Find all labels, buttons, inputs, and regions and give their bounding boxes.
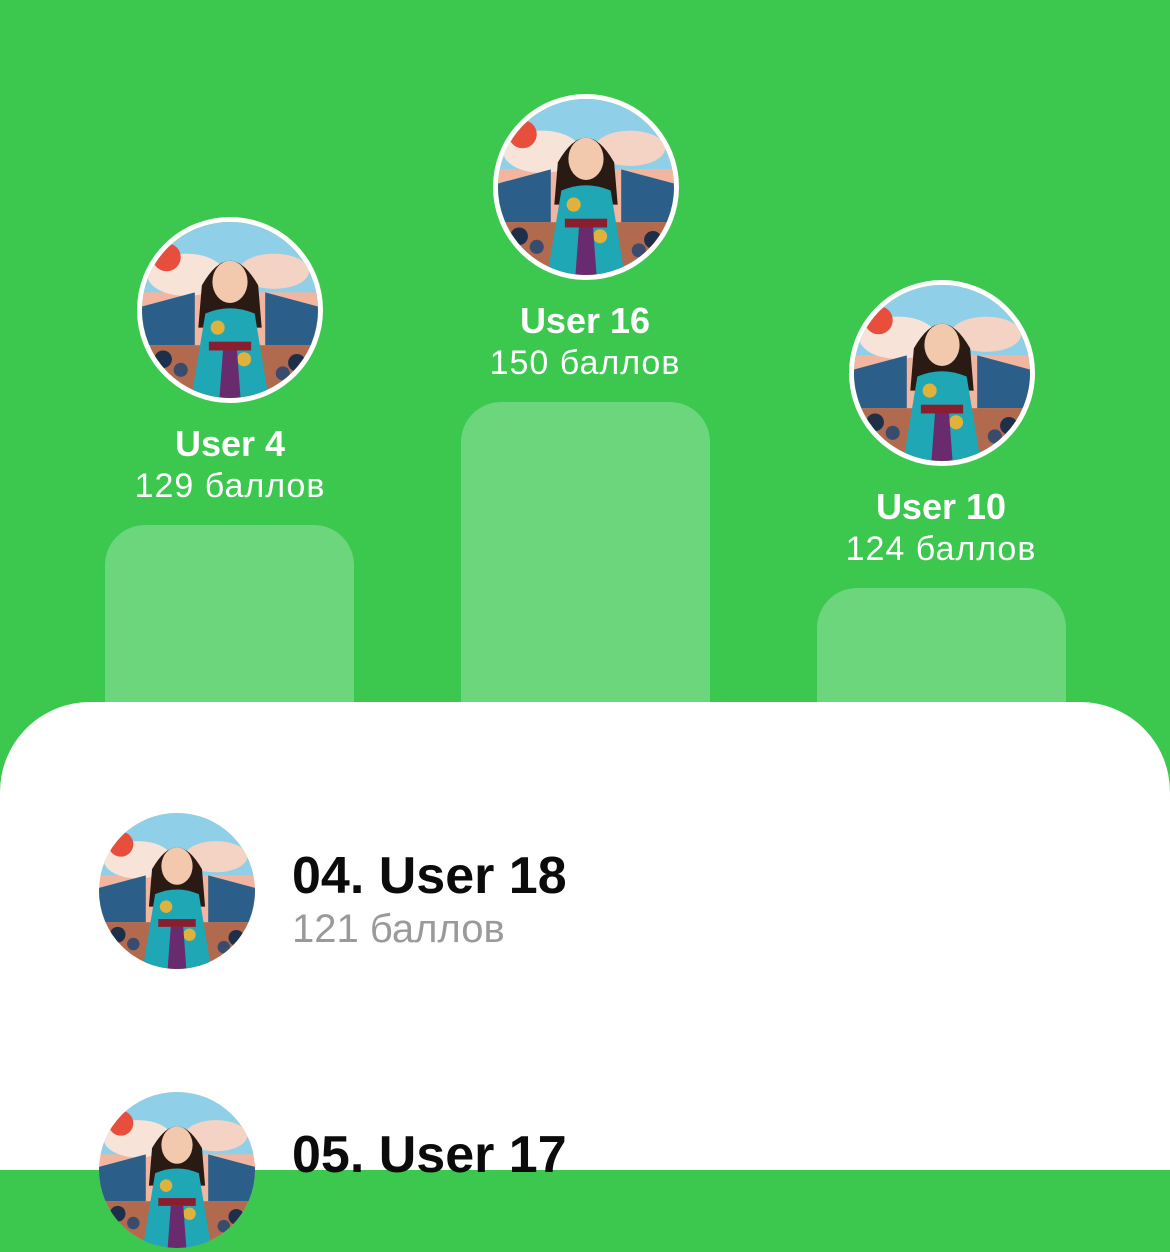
list-avatar <box>99 813 255 969</box>
list-item[interactable]: 05. User 17 <box>0 1092 1170 1252</box>
podium-avatar-second[interactable] <box>137 217 323 403</box>
podium-avatar-third[interactable] <box>849 280 1035 466</box>
user-portrait-icon <box>854 285 1030 461</box>
podium-avatar-first[interactable] <box>493 94 679 280</box>
user-portrait-icon <box>99 813 255 969</box>
podium-points-first: 150 баллов <box>489 344 681 382</box>
list-item[interactable]: 04. User 18 121 баллов <box>0 813 1170 973</box>
podium-name-first: User 16 <box>519 300 651 341</box>
user-portrait-icon <box>498 99 674 275</box>
podium-points-third: 124 баллов <box>845 530 1037 568</box>
user-portrait-icon <box>142 222 318 398</box>
user-portrait-icon <box>99 1092 255 1248</box>
podium-name-third: User 10 <box>875 486 1007 527</box>
podium-name-second: User 4 <box>174 423 286 464</box>
podium-points-second: 129 баллов <box>134 467 326 505</box>
list-avatar <box>99 1092 255 1248</box>
list-item-title: 05. User 17 <box>292 1126 567 1184</box>
leaderboard-list: 04. User 18 121 баллов 05. User 17 <box>0 702 1170 1170</box>
list-item-title: 04. User 18 <box>292 847 567 905</box>
podium: User 4 129 баллов User 16 150 баллов Use… <box>0 0 1170 760</box>
list-item-points: 121 баллов <box>292 907 505 951</box>
